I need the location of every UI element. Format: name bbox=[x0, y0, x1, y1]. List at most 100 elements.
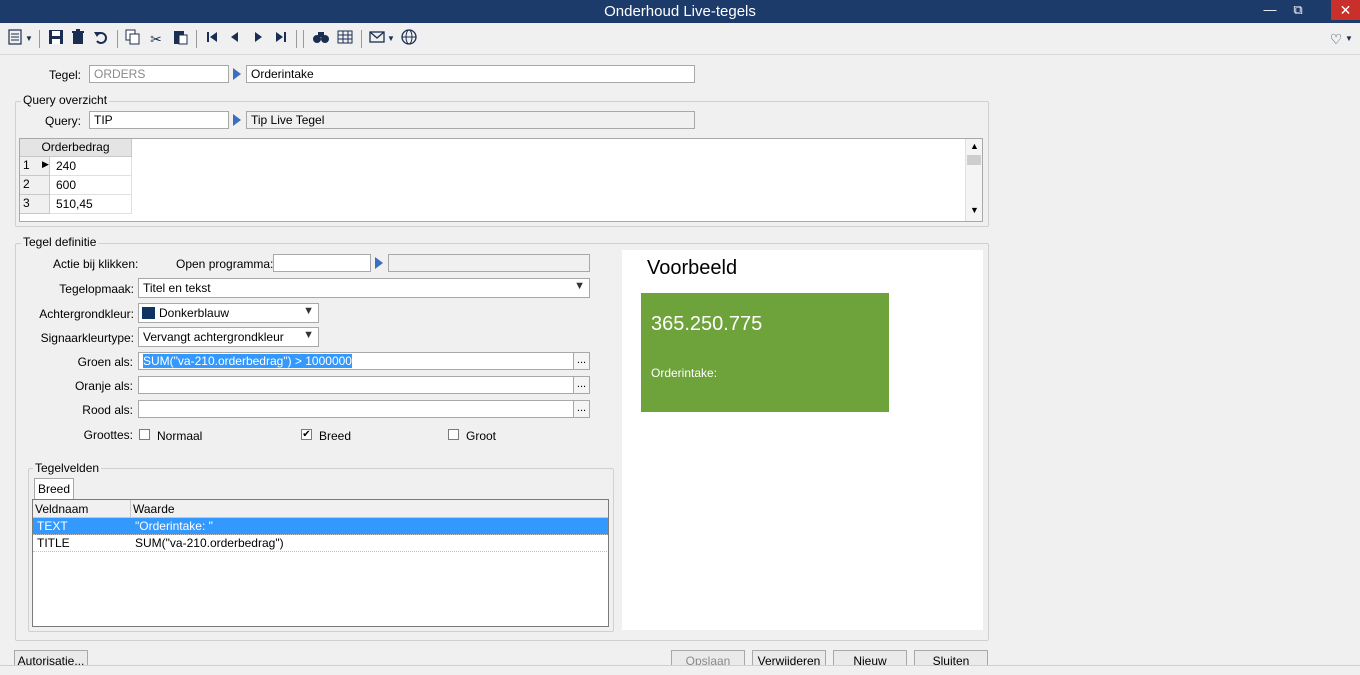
open-program-field[interactable] bbox=[273, 254, 371, 272]
red-label: Rood als: bbox=[82, 403, 133, 417]
orange-label: Oranje als: bbox=[74, 379, 133, 393]
grid-row[interactable]: 3 510,45 bbox=[20, 195, 132, 214]
cut-icon[interactable]: ✂ bbox=[146, 29, 166, 49]
size-large-checkbox[interactable] bbox=[448, 429, 459, 440]
sizes-label: Groottes: bbox=[83, 428, 133, 442]
chevron-down-icon: ▼ bbox=[574, 280, 585, 292]
layout-value: Titel en tekst bbox=[143, 281, 211, 295]
mail-dropdown-icon[interactable]: ▼ bbox=[386, 29, 396, 49]
tile-text: Orderintake: bbox=[651, 366, 718, 380]
scroll-up-icon[interactable]: ▲ bbox=[970, 141, 979, 151]
tile-fields-title: Tegelvelden bbox=[33, 461, 102, 475]
query-label: Query: bbox=[44, 114, 81, 128]
grid-scrollbar[interactable]: ▲ ▼ bbox=[965, 139, 982, 221]
signal-color-label: Signaarkleurtype: bbox=[40, 331, 134, 345]
orange-browse-button[interactable]: ... bbox=[573, 376, 590, 394]
toolbar-separator bbox=[196, 30, 197, 48]
copy-icon[interactable] bbox=[123, 29, 143, 49]
size-wide-label: Breed bbox=[319, 429, 352, 443]
row-number[interactable]: 3 bbox=[20, 195, 50, 214]
tab-breed[interactable]: Breed bbox=[34, 478, 74, 500]
mail-icon[interactable] bbox=[367, 29, 387, 49]
field-value-cell[interactable]: SUM("va-210.orderbedrag") bbox=[135, 536, 284, 550]
orange-condition-field[interactable] bbox=[138, 376, 574, 394]
field-name-cell[interactable]: TITLE bbox=[37, 536, 70, 550]
red-browse-button[interactable]: ... bbox=[573, 400, 590, 418]
grid-cell[interactable]: 510,45 bbox=[50, 195, 132, 214]
open-program-desc-field[interactable] bbox=[388, 254, 590, 272]
grid-row[interactable]: 2 600 bbox=[20, 176, 132, 195]
favorite-icon[interactable]: ♡ bbox=[1326, 29, 1346, 49]
find-icon[interactable] bbox=[311, 29, 331, 49]
grid-cell[interactable]: 240 bbox=[50, 157, 132, 176]
grid-row[interactable]: 1 ▶ 240 bbox=[20, 157, 132, 176]
table-row[interactable]: TEXT "Orderintake: " bbox=[33, 518, 608, 535]
paste-icon[interactable] bbox=[170, 29, 190, 49]
tile-label: Tegel: bbox=[48, 68, 81, 82]
color-swatch bbox=[142, 307, 155, 319]
close-window-button[interactable]: ✕ bbox=[1331, 0, 1360, 20]
column-header-fieldname[interactable]: Veldnaam bbox=[33, 500, 131, 518]
chevron-down-icon: ▼ bbox=[303, 329, 314, 341]
favorite-dropdown-icon[interactable]: ▼ bbox=[1344, 29, 1354, 49]
grid-cell[interactable]: 600 bbox=[50, 176, 132, 195]
query-code-field[interactable]: TIP bbox=[89, 111, 229, 129]
save-icon[interactable] bbox=[46, 29, 66, 49]
tile-name-field[interactable]: Orderintake bbox=[246, 65, 695, 83]
bg-color-label: Achtergrondkleur: bbox=[39, 307, 134, 321]
menu-icon[interactable] bbox=[5, 29, 25, 49]
tile-arrow-icon[interactable] bbox=[233, 68, 241, 80]
size-normal-checkbox[interactable] bbox=[139, 429, 150, 440]
red-condition-field[interactable] bbox=[138, 400, 574, 418]
delete-icon[interactable] bbox=[68, 29, 88, 49]
toolbar-separator bbox=[361, 30, 362, 48]
undo-icon[interactable] bbox=[91, 29, 111, 49]
size-large-label: Groot bbox=[466, 429, 497, 443]
layout-label: Tegelopmaak: bbox=[59, 282, 134, 296]
window-title: Onderhoud Live-tegels bbox=[604, 3, 756, 20]
globe-icon[interactable] bbox=[399, 29, 419, 49]
preview-title: Voorbeeld bbox=[647, 257, 738, 279]
last-record-icon[interactable] bbox=[271, 29, 291, 49]
query-arrow-icon[interactable] bbox=[233, 114, 241, 126]
scroll-down-icon[interactable]: ▼ bbox=[970, 205, 979, 215]
bg-color-select[interactable]: Donkerblauw ▼ bbox=[138, 303, 319, 323]
first-record-icon[interactable] bbox=[202, 29, 222, 49]
menu-dropdown-icon[interactable]: ▼ bbox=[24, 29, 34, 49]
form-area: Tegel: ORDERS Orderintake Query overzich… bbox=[0, 55, 1360, 672]
minimize-button[interactable]: — bbox=[1256, 0, 1284, 22]
toolbar-separator bbox=[117, 30, 118, 48]
field-value-cell[interactable]: "Orderintake: " bbox=[135, 519, 213, 533]
preview-panel: Voorbeeld 365.250.775 Orderintake: bbox=[622, 250, 983, 630]
table-icon[interactable] bbox=[335, 29, 355, 49]
column-header-value[interactable]: Waarde bbox=[131, 500, 608, 518]
green-label: Groen als: bbox=[77, 355, 133, 369]
open-program-arrow-icon[interactable] bbox=[375, 257, 383, 269]
layout-select[interactable]: Titel en tekst ▼ bbox=[138, 278, 590, 298]
current-row-icon: ▶ bbox=[42, 159, 49, 169]
toolbar-separator bbox=[303, 30, 304, 48]
table-row[interactable]: TITLE SUM("va-210.orderbedrag") bbox=[33, 535, 608, 552]
field-name-cell[interactable]: TEXT bbox=[37, 519, 68, 533]
toolbar-separator bbox=[296, 30, 297, 48]
maximize-button[interactable]: ⧉ bbox=[1284, 0, 1312, 22]
chevron-down-icon: ▼ bbox=[303, 305, 314, 317]
scroll-thumb[interactable] bbox=[967, 155, 981, 165]
query-result-grid[interactable]: Orderbedrag 1 ▶ 240 2 600 3 510,45 ▲ ▼ bbox=[19, 138, 983, 222]
query-overview-title: Query overzicht bbox=[21, 93, 110, 107]
query-name-field[interactable]: Tip Live Tegel bbox=[246, 111, 695, 129]
tile-value: 365.250.775 bbox=[651, 313, 763, 335]
previous-record-icon[interactable] bbox=[225, 29, 245, 49]
size-wide-checkbox[interactable]: ✔ bbox=[301, 429, 312, 440]
row-number[interactable]: 2 bbox=[20, 176, 50, 195]
next-record-icon[interactable] bbox=[248, 29, 268, 49]
title-bar: Onderhoud Live-tegels — ⧉ ✕ bbox=[0, 0, 1360, 23]
green-condition-field[interactable]: SUM("va-210.orderbedrag") > 1000000 bbox=[138, 352, 574, 370]
grid-column-header[interactable]: Orderbedrag bbox=[20, 139, 132, 157]
green-browse-button[interactable]: ... bbox=[573, 352, 590, 370]
action-label: Actie bij klikken: bbox=[53, 257, 139, 271]
preview-tile: 365.250.775 Orderintake: bbox=[641, 293, 889, 412]
tile-code-field[interactable]: ORDERS bbox=[89, 65, 229, 83]
tile-fields-grid[interactable]: Veldnaam Waarde TEXT "Orderintake: " TITLE… bbox=[32, 499, 609, 627]
signal-color-select[interactable]: Vervangt achtergrondkleur ▼ bbox=[138, 327, 319, 347]
